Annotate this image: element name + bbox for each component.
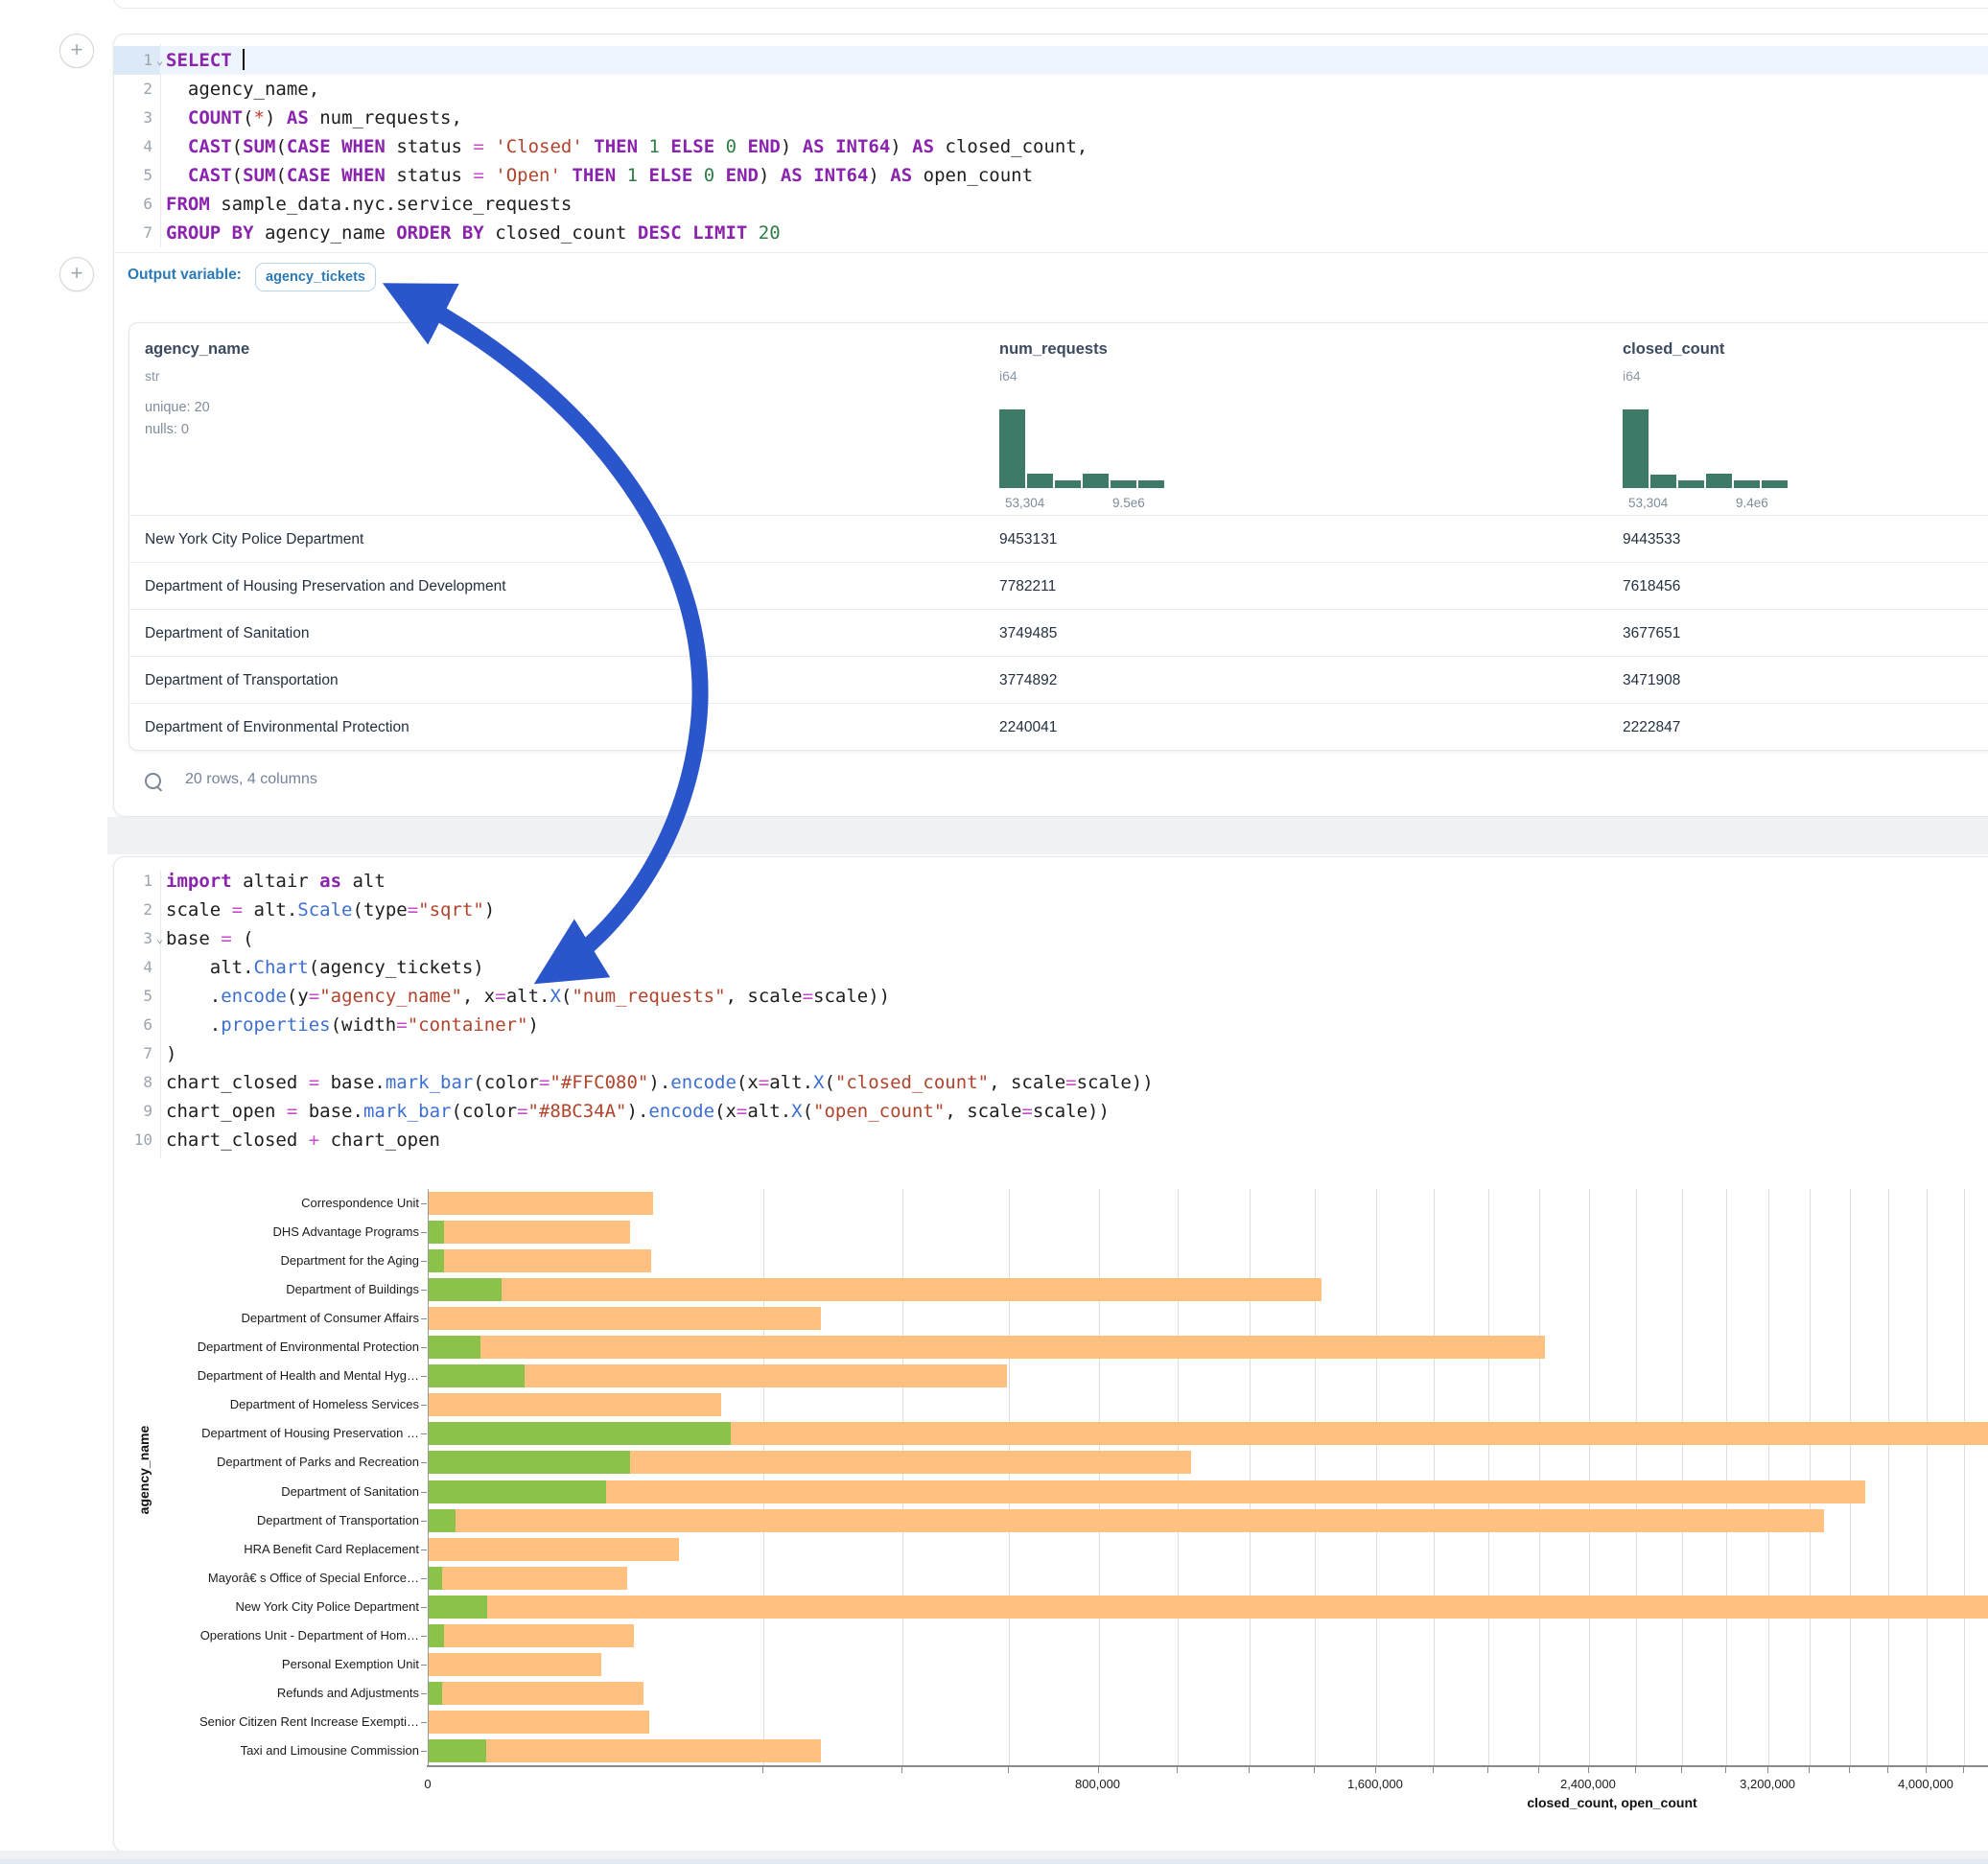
output-variable-label: Output variable: (128, 267, 242, 284)
table-cell: 2240041 (999, 704, 1057, 751)
code-line: 9chart_open = base.mark_bar(color="#8BC3… (114, 1097, 1988, 1126)
table-cell: Department of Transportation (145, 657, 339, 704)
line-number: 1 (114, 46, 152, 75)
column-histogram (1623, 408, 1788, 488)
dataframe-table: agency_namestr unique: 20 nulls: 0 num_requ… (129, 322, 1988, 751)
code-line: 1import altair as alt (114, 867, 1988, 896)
cell-gap (107, 817, 1988, 854)
table-cell: New York City Police Department (145, 516, 363, 563)
table-cell: 7782211 (999, 563, 1056, 610)
python-code-editor[interactable]: 1import altair as alt2scale = alt.Scale(… (114, 867, 1988, 1154)
page-bottom-edge (0, 1859, 1988, 1864)
line-number: 8 (114, 1068, 152, 1097)
column-header-agency_name: agency_name (145, 340, 249, 359)
table-cell: Department of Environmental Protection (145, 704, 409, 751)
line-number: 3 (114, 924, 152, 953)
code-line: 4 CAST(SUM(CASE WHEN status = 'Closed' T… (114, 132, 1988, 161)
line-number: 6 (114, 190, 152, 219)
table-row[interactable]: New York City Police Department 9453131 94… (129, 515, 1988, 563)
sql-cell: 1⌄SELECT 2 agency_name,3 COUNT(*) AS num… (113, 34, 1988, 817)
code-line: 10chart_closed + chart_open (114, 1126, 1988, 1154)
column-header-closed_count: closed_count (1623, 340, 1724, 359)
code-line: 8chart_closed = base.mark_bar(color="#FF… (114, 1068, 1988, 1097)
line-number: 10 (114, 1126, 152, 1154)
table-cell: 3471908 (1623, 657, 1680, 704)
add-cell-button-top[interactable]: + (59, 34, 94, 68)
column-stat: nulls: 0 (145, 422, 189, 437)
notebook-page: { "colors":{"arrow":"#2b55cb","bar_close… (0, 0, 1988, 1864)
table-cell: Department of Housing Preservation and D… (145, 563, 506, 610)
table-row[interactable]: Department of Environmental Protection 22… (129, 703, 1988, 751)
code-line: 2scale = alt.Scale(type="sqrt") (114, 896, 1988, 924)
code-line: 2 agency_name, (114, 75, 1988, 104)
line-number: 7 (114, 219, 152, 247)
column-type: str (145, 368, 160, 384)
code-line: 1⌄SELECT (114, 46, 1988, 75)
table-cell: 7618456 (1623, 563, 1680, 610)
line-number: 1 (114, 867, 152, 896)
table-row[interactable]: Department of Transportation 3774892 34719… (129, 656, 1988, 704)
line-number: 6 (114, 1011, 152, 1039)
table-row[interactable]: Department of Sanitation 3749485 3677651 (129, 609, 1988, 657)
table-cell: Department of Sanitation (145, 610, 309, 657)
sql-code-editor[interactable]: 1⌄SELECT 2 agency_name,3 COUNT(*) AS num… (114, 46, 1988, 247)
table-cell: 2222847 (1623, 704, 1680, 751)
code-line: 3⌄base = ( (114, 924, 1988, 953)
line-number: 5 (114, 161, 152, 190)
histogram-max-label: 9.5e6 (1112, 496, 1145, 510)
table-footer: 20 rows, 4 columns (185, 771, 317, 788)
column-header-num_requests: num_requests (999, 340, 1108, 359)
column-type: i64 (1623, 368, 1641, 384)
code-line: 3 COUNT(*) AS num_requests, (114, 104, 1988, 132)
output-variable-pill[interactable]: agency_tickets (255, 263, 376, 291)
histogram-min-label: 53,304 (1005, 496, 1044, 510)
table-cell: 9443533 (1623, 516, 1680, 563)
table-cell: 3749485 (999, 610, 1057, 657)
code-line: 6 .properties(width="container") (114, 1011, 1988, 1039)
code-line: 7) (114, 1039, 1988, 1068)
line-number: 5 (114, 982, 152, 1011)
python-cell: 1import altair as alt2scale = alt.Scale(… (113, 856, 1988, 1852)
add-cell-button-output[interactable]: + (59, 257, 94, 291)
table-cell: 3677651 (1623, 610, 1680, 657)
search-icon[interactable] (145, 773, 161, 789)
code-line: 7GROUP BY agency_name ORDER BY closed_co… (114, 219, 1988, 247)
line-number: 2 (114, 896, 152, 924)
column-histogram (999, 408, 1164, 488)
text-caret (243, 49, 245, 70)
code-line: 6FROM sample_data.nyc.service_requests (114, 190, 1988, 219)
sql-output-divider (114, 252, 1988, 253)
line-number: 3 (114, 104, 152, 132)
column-type: i64 (999, 368, 1017, 384)
column-stat: unique: 20 (145, 400, 210, 415)
previous-cell-edge (113, 0, 1988, 9)
code-line: 5 .encode(y="agency_name", x=alt.X("num_… (114, 982, 1988, 1011)
histogram-min-label: 53,304 (1628, 496, 1668, 510)
line-number: 9 (114, 1097, 152, 1126)
line-number: 2 (114, 75, 152, 104)
table-row[interactable]: Department of Housing Preservation and D… (129, 562, 1988, 610)
line-number: 4 (114, 953, 152, 982)
table-cell: 9453131 (999, 516, 1057, 563)
line-number: 4 (114, 132, 152, 161)
line-number: 7 (114, 1039, 152, 1068)
code-line: 5 CAST(SUM(CASE WHEN status = 'Open' THE… (114, 161, 1988, 190)
histogram-max-label: 9.4e6 (1736, 496, 1768, 510)
code-line: 4 alt.Chart(agency_tickets) (114, 953, 1988, 982)
table-cell: 3774892 (999, 657, 1057, 704)
